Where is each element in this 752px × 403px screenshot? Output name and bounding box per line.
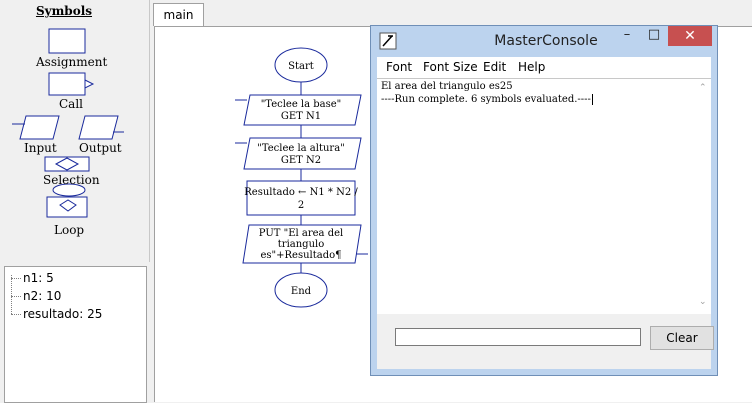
clear-button[interactable]: Clear: [650, 326, 714, 350]
tab-strip: [150, 0, 752, 27]
input-symbol[interactable]: [19, 115, 60, 140]
selection-label: Selection: [43, 173, 100, 187]
flow-put-line3: es"+Resultado¶: [260, 250, 341, 261]
minimize-icon[interactable]: –: [614, 26, 640, 46]
variable-n2: n2: 10: [23, 289, 62, 303]
maximize-icon[interactable]: □: [641, 26, 667, 46]
assignment-label: Assignment: [36, 55, 108, 69]
tab-main[interactable]: main: [153, 3, 204, 26]
output-line: El area del triangulo es25: [381, 81, 513, 92]
menu-edit[interactable]: Edit: [483, 60, 506, 74]
app-icon: [379, 32, 397, 50]
variable-row[interactable]: n1: 5: [11, 269, 54, 287]
console-output[interactable]: El area del triangulo es25 ----Run compl…: [377, 78, 711, 315]
menu-font-size[interactable]: Font Size: [423, 60, 478, 74]
flow-get2-line1: "Teclee la altura": [257, 143, 345, 154]
variable-n1: n1: 5: [23, 271, 54, 285]
console-input-area: Clear: [377, 314, 714, 369]
variable-resultado: resultado: 25: [23, 307, 103, 321]
flow-assign-line1: Resultado ← N1 * N2 /: [244, 187, 358, 198]
variable-row[interactable]: resultado: 25: [11, 305, 102, 323]
output-line: ----Run complete. 6 symbols evaluated.--…: [381, 94, 593, 105]
flow-get2-line2: GET N2: [281, 155, 321, 166]
menu-help[interactable]: Help: [518, 60, 545, 74]
flow-get1-line1: "Teclee la base": [261, 99, 342, 110]
flow-put-line2: triangulo: [278, 239, 324, 250]
flow-put-line1: PUT "El area del: [259, 228, 343, 239]
variables-panel: n1: 5 n2: 10 resultado: 25: [4, 266, 147, 403]
flow-start-text: Start: [288, 61, 314, 72]
output-symbol[interactable]: [78, 115, 119, 140]
flow-get1-line2: GET N1: [281, 111, 321, 122]
close-icon[interactable]: ✕: [668, 26, 712, 46]
assignment-symbol[interactable]: [48, 28, 86, 54]
output-scrollbar[interactable]: ⌃ ⌄: [696, 79, 711, 315]
flow-end-text: End: [291, 286, 312, 297]
scroll-down-icon[interactable]: ⌄: [699, 297, 707, 307]
call-symbol[interactable]: [48, 72, 86, 96]
symbols-panel: Symbols Assignment Call Input Output Sel…: [0, 0, 150, 262]
console-input[interactable]: [395, 328, 641, 346]
loop-label: Loop: [54, 223, 85, 237]
variable-row[interactable]: n2: 10: [11, 287, 61, 305]
input-label: Input: [24, 141, 57, 155]
flow-assign-line2: 2: [298, 200, 304, 211]
call-label: Call: [59, 97, 84, 111]
scroll-up-icon[interactable]: ⌃: [699, 83, 707, 93]
output-label: Output: [79, 141, 122, 155]
menu-font[interactable]: Font: [386, 60, 412, 74]
console-menubar: Font Font Size Edit Help: [377, 57, 711, 78]
master-console-window[interactable]: MasterConsole – □ ✕ Font Font Size Edit …: [370, 25, 718, 376]
